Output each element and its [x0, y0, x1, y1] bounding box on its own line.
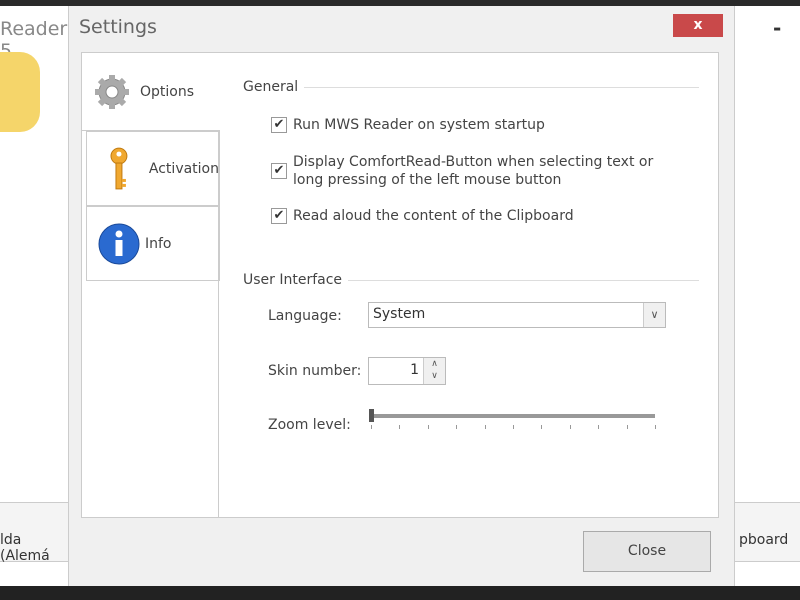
background-window-right: - pboard [735, 6, 800, 586]
app-icon [0, 52, 40, 132]
info-icon [98, 223, 140, 264]
section-heading: User Interface [243, 272, 343, 288]
checkbox-clipboard[interactable]: ✔ Read aloud the content of the Clipboard [271, 208, 671, 224]
slider-tick [569, 425, 571, 429]
background-window-left: Reader 5 lda (Alemá [0, 6, 68, 586]
background-row: pboard [739, 532, 789, 548]
tab-options[interactable]: Options [82, 53, 220, 131]
dialog-title: Settings [79, 16, 157, 38]
slider-tick [626, 425, 628, 429]
gear-icon [95, 74, 129, 109]
checkbox-comfortread[interactable]: ✔ Display ComfortRead-Button when selecti… [271, 153, 671, 189]
zoom-slider[interactable] [369, 407, 657, 437]
checkbox-label: Display ComfortRead-Button when selectin… [293, 154, 654, 188]
minimize-button[interactable]: - [773, 16, 781, 40]
section-general: General [243, 79, 699, 95]
tab-info[interactable]: Info [86, 206, 220, 281]
slider-thumb[interactable] [369, 409, 374, 422]
settings-panel: Options Activation Info General ✔ Run MWS… [81, 52, 719, 518]
stepper-value: 1 [410, 362, 419, 378]
slider-tick [427, 425, 429, 429]
checkbox-label: Read aloud the content of the Clipboard [293, 208, 574, 224]
options-content: General ✔ Run MWS Reader on system startu… [218, 53, 720, 518]
close-button[interactable]: Close [583, 531, 711, 572]
language-select[interactable]: System ∨ [368, 302, 666, 328]
slider-tick [484, 425, 486, 429]
background-row: lda (Alemá [0, 532, 50, 564]
slider-tick [399, 425, 401, 429]
checkbox-label: Run MWS Reader on system startup [293, 117, 545, 133]
close-x-button[interactable]: x [673, 14, 723, 37]
select-value: System [373, 306, 426, 322]
checkbox[interactable]: ✔ [271, 208, 287, 224]
slider-tick [456, 425, 458, 429]
stepper-arrows[interactable]: ∧ ∨ [423, 358, 445, 384]
tab-label: Options [140, 83, 195, 100]
checkbox[interactable]: ✔ [271, 117, 287, 133]
slider-tick [513, 425, 514, 429]
language-label: Language: [268, 308, 342, 324]
settings-dialog: Settings x Options Activation Info Gener… [68, 6, 735, 586]
slider-tick [655, 425, 656, 429]
slider-tick [371, 425, 372, 429]
tab-label: Info [145, 235, 172, 252]
checkbox[interactable]: ✔ [271, 163, 287, 179]
tab-activation[interactable]: Activation [86, 131, 220, 206]
slider-tick [541, 425, 543, 429]
skin-stepper[interactable]: 1 ∧ ∨ [368, 357, 446, 385]
section-heading: General [243, 79, 299, 95]
slider-tick [598, 425, 600, 429]
slider-track [371, 414, 655, 418]
bottom-strip [0, 586, 800, 600]
section-user-interface: User Interface [243, 272, 699, 288]
checkbox-startup[interactable]: ✔ Run MWS Reader on system startup [271, 117, 671, 133]
tab-label: Activation [148, 160, 219, 177]
key-icon [110, 147, 128, 189]
chevron-down-icon[interactable]: ∨ [643, 303, 665, 327]
zoom-label: Zoom level: [268, 417, 351, 433]
skin-label: Skin number: [268, 363, 362, 379]
